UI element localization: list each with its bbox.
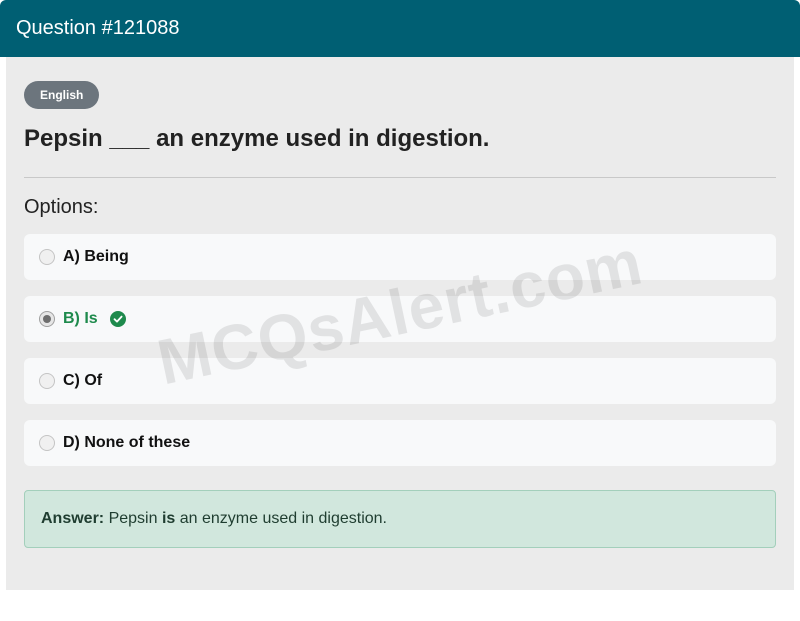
option-c[interactable]: C) Of <box>24 358 776 404</box>
question-title: Question #121088 <box>16 17 180 39</box>
question-card: Question #121088 English Pepsin ___ an e… <box>0 0 800 596</box>
option-b-label: B) Is <box>63 310 98 327</box>
answer-after: an enzyme used in digestion. <box>179 510 387 527</box>
card-body: English Pepsin ___ an enzyme used in dig… <box>6 57 794 590</box>
check-circle-icon <box>109 311 126 327</box>
radio-option-c[interactable] <box>39 373 55 389</box>
answer-prefix: Answer: <box>41 510 105 527</box>
option-a-label: A) Being <box>63 248 129 265</box>
radio-option-a[interactable] <box>39 249 55 265</box>
divider <box>24 177 776 178</box>
option-c-label: C) Of <box>63 372 103 389</box>
options-heading: Options: <box>24 196 99 218</box>
question-text: Pepsin ___ an enzyme used in digestion. <box>24 125 490 152</box>
option-b[interactable]: B) Is <box>24 296 776 342</box>
language-badge[interactable]: English <box>24 81 100 109</box>
answer-before: Pepsin <box>108 510 158 527</box>
card-header: Question #121088 <box>0 0 800 57</box>
answer-box: Answer: Pepsin is an enzyme used in dige… <box>24 490 776 548</box>
radio-option-b[interactable] <box>39 311 55 327</box>
language-badge-label: English <box>40 88 84 102</box>
option-d[interactable]: D) None of these <box>24 420 776 466</box>
answer-highlight: is <box>161 510 176 527</box>
option-a[interactable]: A) Being <box>24 234 776 280</box>
radio-option-d[interactable] <box>39 435 55 451</box>
option-d-label: D) None of these <box>63 434 191 451</box>
